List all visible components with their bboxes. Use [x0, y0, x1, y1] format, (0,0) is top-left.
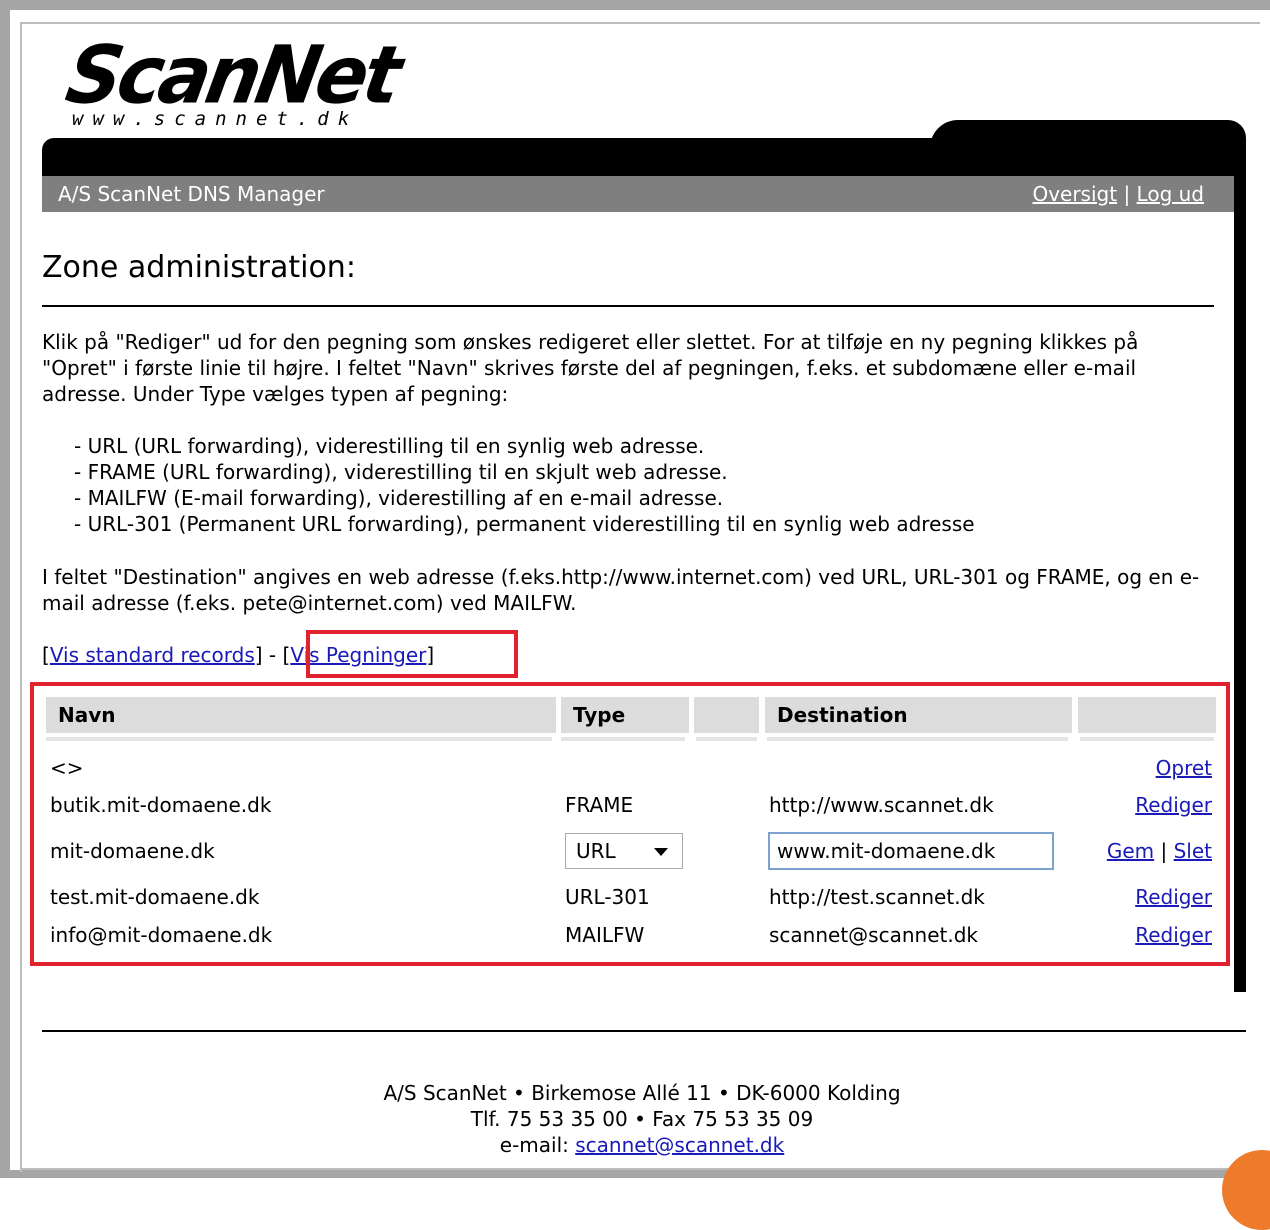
right-rail — [1234, 170, 1246, 992]
bracket: [ — [42, 643, 50, 667]
footer: A/S ScanNet • Birkemose Allé 11 • DK-600… — [42, 1080, 1242, 1158]
header-actions — [1078, 697, 1216, 733]
header-gray-bar: A/S ScanNet DNS Manager Oversigt | Log u… — [42, 176, 1234, 212]
record-name: butik.mit-domaene.dk — [50, 793, 272, 817]
chevron-down-icon — [654, 848, 668, 856]
page-title: Zone administration: — [42, 250, 356, 285]
header-nav: Oversigt | Log ud — [1032, 176, 1204, 212]
header-destination: Destination — [765, 697, 1072, 733]
header-underline — [767, 737, 1068, 741]
edit-link[interactable]: Rediger — [1135, 923, 1212, 947]
create-link[interactable]: Opret — [1156, 756, 1212, 780]
record-name: info@mit-domaene.dk — [50, 923, 273, 947]
save-delete-cell: Gem | Slet — [1012, 838, 1212, 864]
scannet-logo: ScanNet www.scannet.dk — [60, 28, 428, 140]
edit-cell: Rediger — [1012, 792, 1212, 818]
type-select[interactable]: URL — [565, 833, 683, 869]
type-list-item: - MAILFW (E-mail forwarding), viderestil… — [74, 486, 724, 510]
edit-link[interactable]: Rediger — [1135, 885, 1212, 909]
footer-email-line: e-mail: scannet@scannet.dk — [42, 1132, 1242, 1158]
record-destination: http://test.scannet.dk — [769, 885, 985, 909]
highlight-box-pegninger — [306, 630, 518, 678]
header-underline — [561, 737, 685, 741]
record-name: test.mit-domaene.dk — [50, 885, 260, 909]
header-nav-separator: | — [1123, 182, 1131, 206]
destination-help-text: I feltet "Destination" angives en web ad… — [42, 565, 1200, 615]
frame-line-top — [20, 22, 1260, 24]
header-underline — [696, 737, 757, 741]
type-list-item: - FRAME (URL forwarding), viderestilling… — [74, 460, 728, 484]
record-destination: http://www.scannet.dk — [769, 793, 994, 817]
header-underline — [46, 737, 552, 741]
footer-address: A/S ScanNet • Birkemose Allé 11 • DK-600… — [383, 1081, 901, 1105]
edit-cell: Rediger — [1012, 922, 1212, 948]
footer-email-label: e-mail: — [499, 1133, 576, 1157]
new-record-name: <> — [50, 756, 84, 780]
edit-cell: Rediger — [1012, 884, 1212, 910]
record-type: MAILFW — [565, 923, 645, 947]
record-name: mit-domaene.dk — [50, 839, 215, 863]
title-divider — [42, 305, 1214, 307]
header-underline — [1080, 737, 1214, 741]
type-list-item: - URL (URL forwarding), viderestilling t… — [74, 434, 705, 458]
intro-text: Klik på "Rediger" ud for den pegning som… — [42, 330, 1139, 406]
type-list: - URL (URL forwarding), viderestilling t… — [74, 433, 975, 537]
footer-divider — [42, 1030, 1246, 1032]
frame-line-left — [20, 22, 22, 1172]
type-select-value: URL — [576, 839, 616, 863]
record-type: URL-301 — [565, 885, 650, 909]
header-type: Type — [561, 697, 689, 733]
bracket: ] — [254, 643, 263, 667]
logout-link[interactable]: Log ud — [1137, 182, 1204, 206]
action-separator: | — [1160, 839, 1168, 863]
separator: - — [262, 643, 283, 667]
type-list-item: - URL-301 (Permanent URL forwarding), pe… — [74, 512, 975, 536]
footer-email-link[interactable]: scannet@scannet.dk — [575, 1133, 784, 1157]
app-title: A/S ScanNet DNS Manager — [58, 182, 325, 206]
show-standard-records-link[interactable]: Vis standard records — [50, 643, 255, 667]
record-type: FRAME — [565, 793, 634, 817]
create-cell: Opret — [1012, 755, 1212, 781]
header-black-bar — [42, 138, 1246, 176]
save-link[interactable]: Gem — [1107, 839, 1154, 863]
header-name: Navn — [46, 697, 556, 733]
overview-link[interactable]: Oversigt — [1032, 182, 1117, 206]
record-destination: scannet@scannet.dk — [769, 923, 978, 947]
header-blank — [694, 697, 759, 733]
delete-link[interactable]: Slet — [1174, 839, 1212, 863]
logo-url-text: www.scannet.dk — [72, 108, 363, 130]
frame-line-bottom — [20, 1168, 1260, 1170]
edit-link[interactable]: Rediger — [1135, 793, 1212, 817]
footer-phone: Tlf. 75 53 35 00 • Fax 75 53 35 09 — [470, 1107, 814, 1131]
